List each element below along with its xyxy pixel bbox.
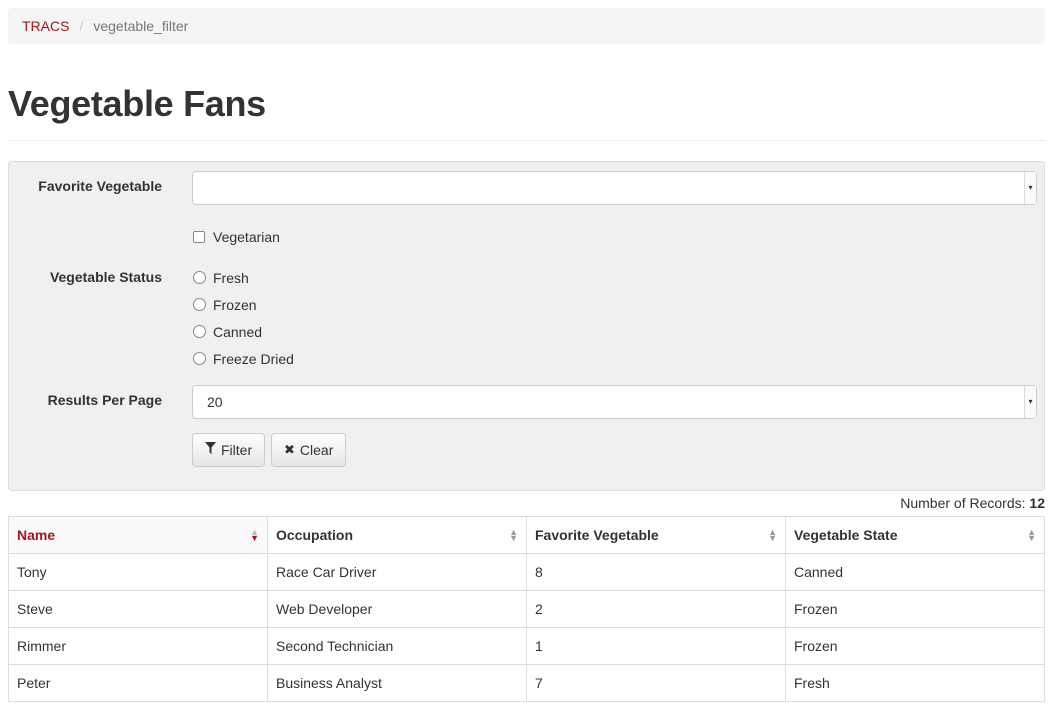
radio-button[interactable] [193,271,206,285]
radio-button[interactable] [193,352,206,366]
favorite-vegetable-label: Favorite Vegetable [38,177,162,194]
clear-button[interactable]: ✖ Clear [271,432,347,467]
column-header-occupation[interactable]: Occupation ▲ ▼ [267,515,527,554]
status-option-fresh[interactable]: Fresh [193,270,249,286]
table-cell: 1 [526,626,786,665]
page: TRACS / vegetable_filter Vegetable Fans … [0,0,1055,708]
clear-button-label: Clear [299,441,334,458]
breadcrumb: TRACS / vegetable_filter [8,8,1045,44]
table-cell: Business Analyst [267,663,527,702]
vegetable-status-label: Vegetable Status [49,268,162,285]
vegetarian-checkbox-row[interactable]: Vegetarian [193,229,280,245]
favorite-vegetable-select[interactable]: ▾ [192,170,1037,205]
x-icon: ✖ [284,441,295,457]
breadcrumb-root-link[interactable]: TRACS [22,18,69,34]
sort-icon[interactable]: ▲ ▼ [1027,527,1036,542]
records-count: Number of Records: 12 [8,495,1045,513]
filter-icon [205,442,216,457]
table-cell: Peter [8,663,268,702]
page-title: Vegetable Fans [8,83,266,124]
table-row: Tony Race Car Driver 8 Canned [8,552,1045,591]
table-cell: Race Car Driver [267,552,527,591]
table-cell: Rimmer [8,626,268,665]
column-header-vegetable-state[interactable]: Vegetable State ▲ ▼ [785,515,1045,554]
radio-button[interactable] [193,298,206,312]
radio-button[interactable] [193,325,206,339]
status-option-freeze-dried[interactable]: Freeze Dried [193,351,294,367]
column-header-label: Vegetable State [794,526,898,543]
results-per-page-value: 20 [207,393,223,410]
results-per-page-select[interactable]: 20 ▾ [192,384,1037,419]
table-cell: Fresh [785,663,1045,702]
table-cell: Canned [785,552,1045,591]
table-cell: 8 [526,552,786,591]
chevron-down-icon: ▾ [1024,171,1036,204]
status-option-label: Fresh [213,269,249,286]
vegetarian-checkbox[interactable] [193,230,205,243]
results-per-page-label: Results Per Page [47,391,162,408]
table-cell: Second Technician [267,626,527,665]
filter-button-label: Filter [221,441,253,458]
results-table: Name ▲ ▼ Occupation ▲ ▼ Favorite Vegetable… [8,515,1045,702]
sort-icon[interactable]: ▲ ▼ [768,527,777,542]
sort-icon[interactable]: ▲ ▼ [509,527,518,542]
status-option-label: Canned [213,323,263,340]
table-row: Rimmer Second Technician 1 Frozen [8,626,1045,665]
records-count-value: 12 [1029,494,1045,511]
column-header-label: Occupation [276,526,354,543]
breadcrumb-current: vegetable_filter [93,18,189,34]
chevron-down-icon: ▾ [1024,385,1036,418]
column-header-name[interactable]: Name ▲ ▼ [8,515,268,554]
table-header-row: Name ▲ ▼ Occupation ▲ ▼ Favorite Vegetable… [8,515,1045,554]
page-header: Vegetable Fans [8,84,1045,141]
column-header-label: Favorite Vegetable [535,526,659,543]
status-option-canned[interactable]: Canned [193,324,262,340]
status-option-frozen[interactable]: Frozen [193,297,257,313]
column-header-favorite-vegetable[interactable]: Favorite Vegetable ▲ ▼ [526,515,786,554]
filter-panel: Favorite Vegetable ▾ Vegetarian Vegetabl… [8,160,1045,491]
column-header-label: Name [17,526,56,543]
status-option-label: Freeze Dried [213,350,294,367]
table-cell: Steve [8,589,268,628]
status-option-label: Frozen [213,296,257,313]
table-row: Steve Web Developer 2 Frozen [8,589,1045,628]
breadcrumb-separator: / [79,18,84,34]
table-cell: Web Developer [267,589,527,628]
table-cell: 2 [526,589,786,628]
vegetarian-label: Vegetarian [213,228,280,245]
sort-icon[interactable]: ▲ ▼ [250,527,259,542]
table-cell: Tony [8,552,268,591]
records-count-label: Number of Records: [900,494,1026,511]
table-row: Peter Business Analyst 7 Fresh [8,663,1045,702]
table-cell: Frozen [785,626,1045,665]
table-cell: 7 [526,663,786,702]
filter-button[interactable]: Filter [192,432,266,467]
table-cell: Frozen [785,589,1045,628]
